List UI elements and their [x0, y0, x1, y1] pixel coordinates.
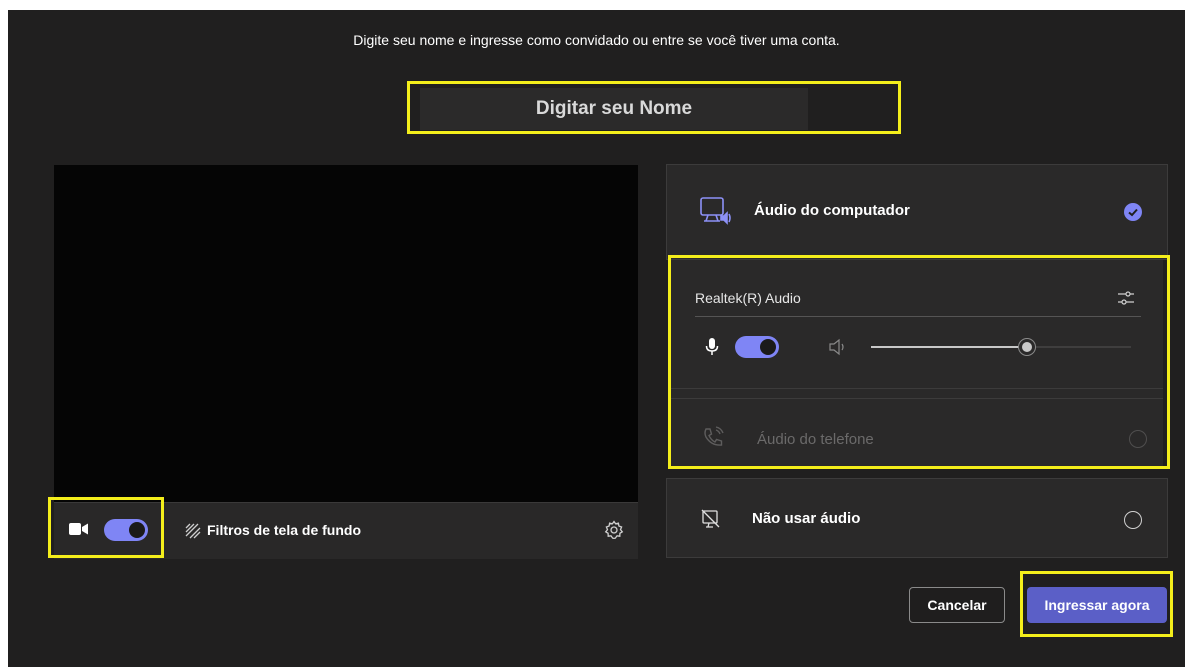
background-filters-label[interactable]: Filtros de tela de fundo — [207, 522, 361, 538]
no-audio-radio[interactable] — [1124, 511, 1142, 529]
computer-audio-label: Áudio do computador — [754, 202, 910, 219]
no-audio-option[interactable]: Não usar áudio — [666, 478, 1168, 558]
background-filters-icon[interactable] — [184, 522, 202, 540]
join-meeting-screen: Digite seu nome e ingresse como convidad… — [8, 10, 1185, 667]
video-preview — [54, 165, 638, 502]
computer-speaker-icon — [699, 196, 733, 226]
device-settings-gear-icon[interactable] — [604, 520, 624, 540]
join-button-highlight — [1020, 571, 1173, 637]
camera-toggle-highlight — [48, 497, 164, 558]
computer-audio-selected-check-icon — [1124, 203, 1142, 221]
no-audio-label: Não usar áudio — [752, 510, 861, 527]
audio-device-highlight — [668, 255, 1170, 469]
computer-audio-option[interactable]: Áudio do computador — [666, 164, 1168, 260]
join-instructions: Digite seu nome e ingresse como convidad… — [353, 32, 840, 48]
cancel-button[interactable]: Cancelar — [909, 587, 1005, 623]
name-input-highlight — [407, 81, 901, 134]
no-audio-icon — [701, 509, 721, 529]
